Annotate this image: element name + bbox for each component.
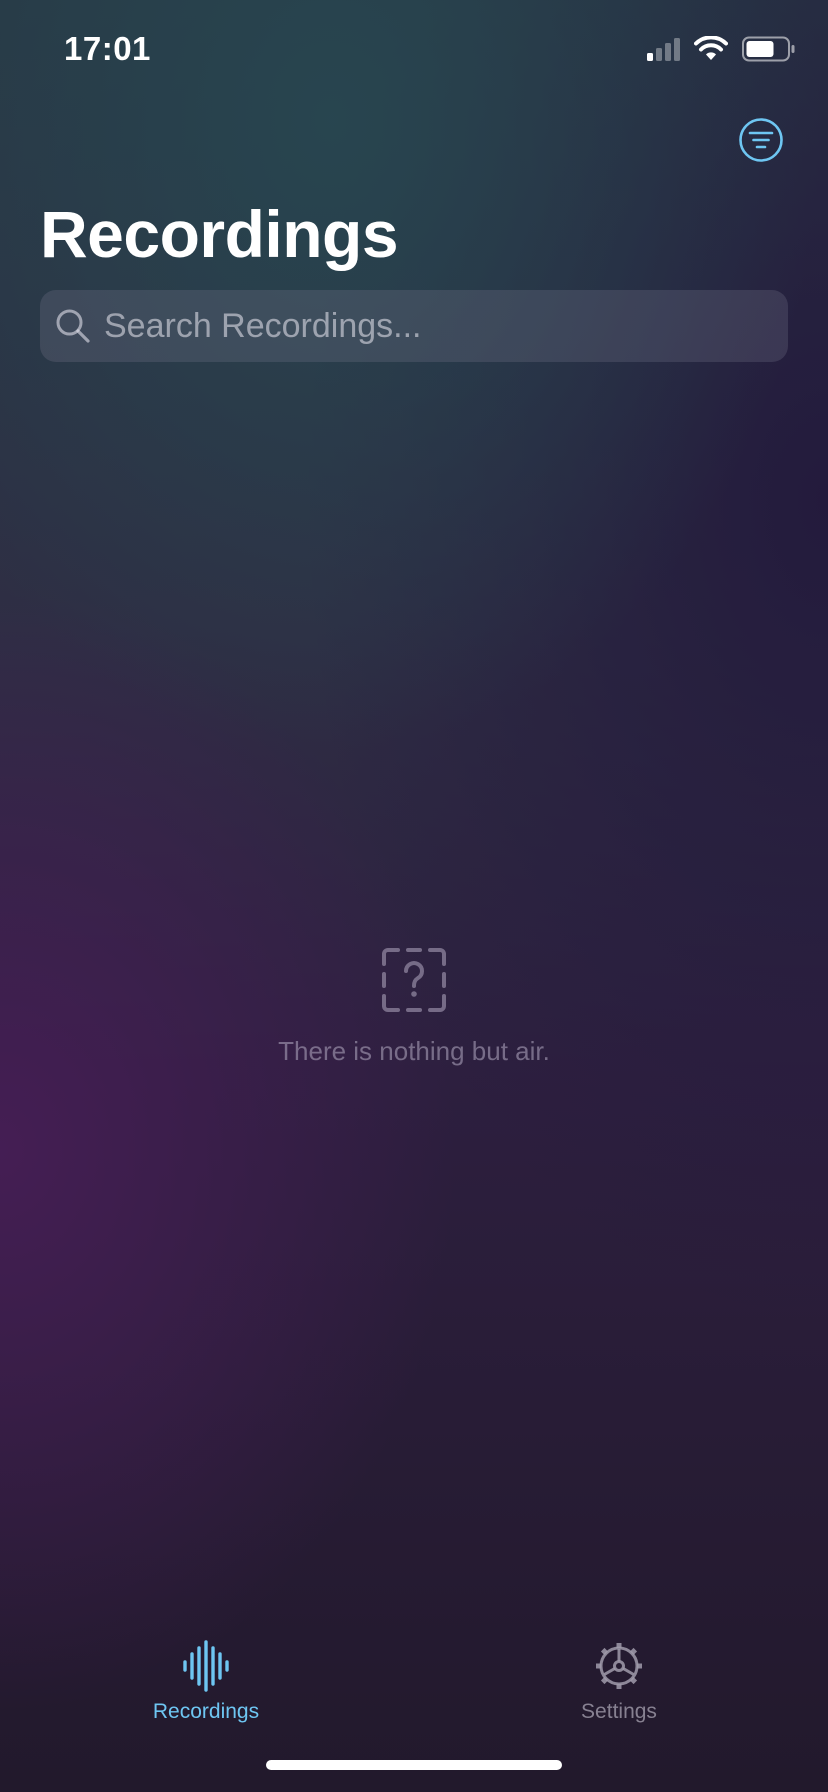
search-input[interactable] (104, 306, 744, 346)
home-indicator[interactable] (266, 1760, 562, 1770)
empty-state-message: There is nothing but air. (278, 1036, 550, 1066)
page-title: Recordings (40, 197, 399, 271)
search-icon (54, 307, 92, 345)
waveform-icon (183, 1640, 229, 1692)
tab-settings-label: Settings (581, 1700, 657, 1723)
status-time: 17:01 (64, 30, 151, 67)
tab-settings[interactable]: Settings (519, 1640, 719, 1724)
battery-icon (742, 36, 795, 62)
signal-icon (647, 37, 680, 61)
empty-state: There is nothing but air. (0, 946, 828, 1067)
tab-bar: Recordings Settings (0, 1620, 828, 1730)
wifi-icon (694, 36, 728, 60)
status-bar: 17:01 (0, 0, 828, 100)
filter-icon (739, 118, 783, 162)
status-icons (647, 36, 796, 62)
tab-recordings[interactable]: Recordings (106, 1640, 306, 1724)
question-mark-icon (382, 948, 446, 1012)
gear-icon (596, 1643, 642, 1689)
filter-button[interactable] (738, 117, 784, 163)
tab-recordings-label: Recordings (152, 1700, 260, 1723)
search-bar[interactable] (40, 290, 788, 362)
